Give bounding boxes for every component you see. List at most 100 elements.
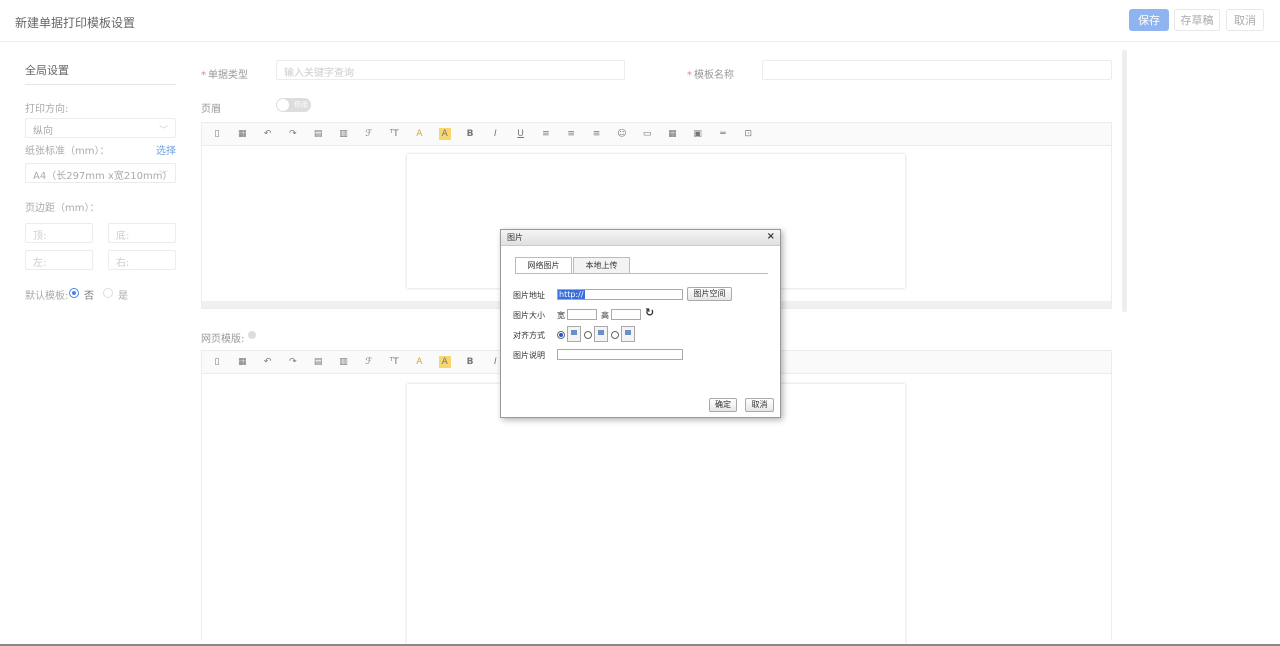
save-button[interactable]: 保存: [1129, 9, 1169, 31]
hr-icon[interactable]: ═: [717, 128, 729, 140]
align-left-icon[interactable]: ≡: [540, 128, 552, 140]
margin-label: 页边距（mm）：: [25, 203, 100, 214]
dialog-cancel-button[interactable]: 取消: [745, 398, 774, 412]
default-no-label: 否: [84, 291, 94, 302]
default-template-label: 默认模板:: [25, 291, 69, 302]
template-icon[interactable]: ▦: [236, 356, 248, 368]
paper-pick-link[interactable]: 选择: [156, 142, 176, 157]
align-right-radio[interactable]: [611, 331, 619, 339]
redo-icon[interactable]: ↷: [287, 128, 299, 140]
undo-icon[interactable]: ↶: [262, 356, 274, 368]
paste-icon[interactable]: ▤: [312, 356, 324, 368]
font-size-icon[interactable]: ᵀT: [388, 128, 400, 140]
margin-left-input[interactable]: 左:: [25, 250, 93, 270]
paste-icon[interactable]: ▤: [312, 128, 324, 140]
refresh-icon[interactable]: ↻: [645, 306, 654, 319]
dialog-title: 图片: [507, 233, 523, 242]
table-icon[interactable]: ▦: [666, 128, 678, 140]
image-desc-label: 图片说明: [513, 351, 545, 360]
default-no-radio[interactable]: [69, 288, 79, 298]
font-family-icon[interactable]: ℱ: [363, 356, 375, 368]
page-scrollbar[interactable]: [1122, 50, 1127, 312]
dialog-header: 图片 ×: [501, 230, 780, 246]
margin-top-input[interactable]: 顶:: [25, 223, 93, 243]
paper-label: 纸张标准（mm）：: [25, 146, 110, 157]
insert-table-icon[interactable]: ▭: [641, 128, 653, 140]
editor-page[interactable]: [407, 384, 905, 644]
tab-network-image[interactable]: 网络图片: [515, 257, 572, 274]
image-desc-input[interactable]: [557, 349, 683, 360]
page-header-label: 页眉: [201, 104, 221, 115]
editor-toolbar: ▯ ▦ ↶ ↷ ▤ ▥ ℱᵀT A A B I U ≡ ≡ ≡ ☺ ▭ ▦ ▣ ═ ⊡: [202, 123, 1111, 146]
tab-local-upload[interactable]: 本地上传: [573, 257, 630, 274]
align-center-radio[interactable]: [584, 331, 592, 339]
tab-divider: [515, 273, 768, 274]
default-yes-label: 是: [118, 291, 128, 302]
default-yes-radio[interactable]: [103, 288, 113, 298]
image-space-button[interactable]: 图片空间: [687, 287, 732, 301]
doc-type-input[interactable]: 输入关键字查询: [276, 60, 625, 80]
orientation-label: 打印方向:: [25, 104, 69, 115]
image-dialog: 图片 × 网络图片 本地上传 图片地址 http:// 图片空间 图片大小 宽 高…: [500, 229, 781, 418]
align-left-icon: [567, 326, 581, 342]
font-family-icon[interactable]: ℱ: [363, 128, 375, 140]
underline-icon[interactable]: U: [515, 128, 527, 140]
height-label: 高: [601, 311, 609, 320]
font-size-icon[interactable]: ᵀT: [388, 356, 400, 368]
paste-text-icon[interactable]: ▥: [338, 128, 350, 140]
highlight-icon[interactable]: A: [438, 128, 451, 140]
ok-button[interactable]: 确定: [709, 398, 737, 412]
cancel-button[interactable]: 取消: [1226, 9, 1264, 31]
save-draft-button[interactable]: 存草稿: [1174, 9, 1220, 31]
doc-type-label: * 单据类型: [201, 70, 248, 81]
template-icon[interactable]: ▦: [236, 128, 248, 140]
align-center-icon[interactable]: ≡: [565, 128, 577, 140]
redo-icon[interactable]: ↷: [287, 356, 299, 368]
help-icon[interactable]: [248, 331, 256, 339]
font-color-icon[interactable]: A: [413, 356, 425, 368]
header-bar: 新建单据打印模板设置 保存 存草稿 取消: [0, 0, 1280, 42]
undo-icon[interactable]: ↶: [262, 128, 274, 140]
align-label: 对齐方式: [513, 331, 545, 340]
orientation-select[interactable]: 纵向 ﹀: [25, 118, 176, 138]
bold-icon[interactable]: B: [464, 356, 476, 368]
paper-select[interactable]: A4（长297mm x宽210mm） ﹀: [25, 163, 176, 183]
margin-bottom-input[interactable]: 底:: [108, 223, 176, 243]
align-left-radio[interactable]: [557, 331, 565, 339]
image-url-input[interactable]: http://: [557, 289, 683, 300]
align-right-icon: [621, 326, 635, 342]
width-input[interactable]: [567, 309, 597, 320]
italic-icon[interactable]: I: [489, 128, 501, 140]
close-icon[interactable]: ×: [767, 231, 775, 242]
template-name-input[interactable]: [762, 60, 1112, 80]
image-size-label: 图片大小: [513, 311, 545, 320]
chevron-down-icon: ﹀: [158, 126, 168, 136]
emoticon-icon[interactable]: ☺: [616, 128, 628, 140]
font-color-icon[interactable]: A: [413, 128, 425, 140]
page-break-icon[interactable]: ⊡: [742, 128, 754, 140]
image-icon[interactable]: ▣: [692, 128, 704, 140]
align-right-icon[interactable]: ≡: [591, 128, 603, 140]
orientation-value: 纵向: [33, 126, 53, 137]
global-settings-title: 全局设置: [25, 64, 69, 77]
width-label: 宽: [557, 311, 565, 320]
divider: [25, 84, 176, 85]
height-input[interactable]: [611, 309, 641, 320]
page-header-toggle[interactable]: 停用: [276, 98, 311, 112]
image-url-value: http://: [558, 290, 585, 299]
source-icon[interactable]: ▯: [211, 128, 223, 140]
bold-icon[interactable]: B: [464, 128, 476, 140]
margin-right-input[interactable]: 右:: [108, 250, 176, 270]
align-center-icon: [594, 326, 608, 342]
chevron-down-icon: ﹀: [158, 171, 168, 181]
webpage-template-label: 网页模版:: [201, 334, 245, 345]
template-name-label: * 模板名称: [687, 70, 734, 81]
paste-text-icon[interactable]: ▥: [338, 356, 350, 368]
source-icon[interactable]: ▯: [211, 356, 223, 368]
highlight-icon[interactable]: A: [438, 356, 451, 368]
required-mark: *: [687, 70, 692, 81]
image-url-label: 图片地址: [513, 291, 545, 300]
required-mark: *: [201, 70, 206, 81]
paper-value: A4（长297mm x宽210mm）: [33, 171, 173, 182]
page-title: 新建单据打印模板设置: [15, 16, 136, 30]
